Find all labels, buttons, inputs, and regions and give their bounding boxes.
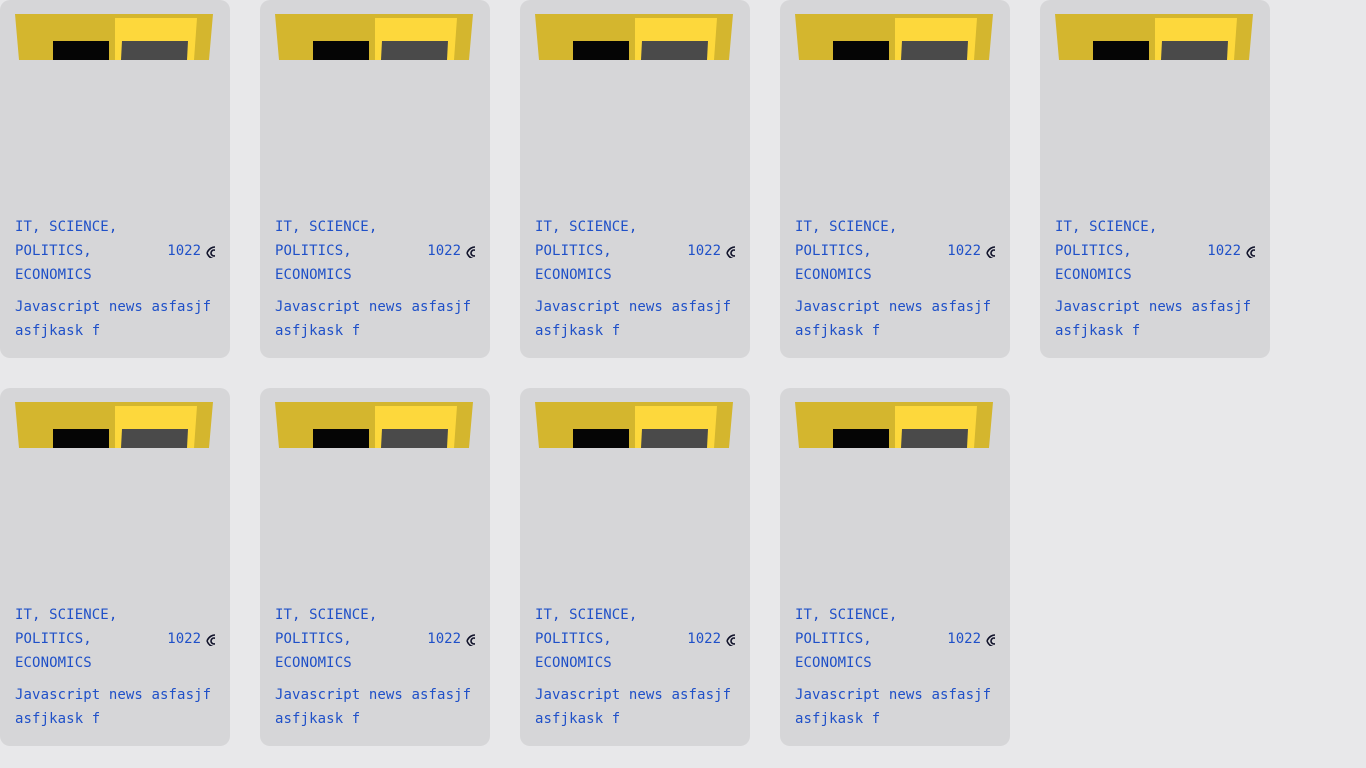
card-views-count: 1022 [687, 243, 721, 259]
eye-icon [466, 244, 475, 258]
card-categories: IT, SCIENCE, POLITICS, ECONOMICS [795, 219, 898, 283]
card-categories: IT, SCIENCE, POLITICS, ECONOMICS [275, 219, 378, 283]
news-thumbnail [15, 14, 213, 60]
card-meta: IT, SCIENCE, POLITICS, ECONOMICS 1022 [15, 603, 215, 675]
card-meta: IT, SCIENCE, POLITICS, ECONOMICS 1022 [275, 603, 475, 675]
eye-icon [1246, 244, 1255, 258]
card-meta: IT, SCIENCE, POLITICS, ECONOMICS 1022 [1055, 215, 1255, 287]
card-meta: IT, SCIENCE, POLITICS, ECONOMICS 1022 [275, 215, 475, 287]
eye-icon [986, 632, 995, 646]
card-meta: IT, SCIENCE, POLITICS, ECONOMICS 1022 [535, 215, 735, 287]
card-views: 1022 [427, 239, 475, 263]
card-categories: IT, SCIENCE, POLITICS, ECONOMICS [15, 219, 118, 283]
card-meta: IT, SCIENCE, POLITICS, ECONOMICS 1022 [795, 215, 995, 287]
eye-icon [726, 632, 735, 646]
news-thumbnail [795, 402, 993, 448]
card-views-count: 1022 [687, 631, 721, 647]
news-card[interactable]: IT, SCIENCE, POLITICS, ECONOMICS 1022 Ja… [520, 0, 750, 358]
news-card[interactable]: IT, SCIENCE, POLITICS, ECONOMICS 1022 Ja… [0, 388, 230, 746]
news-grid: IT, SCIENCE, POLITICS, ECONOMICS 1022 Ja… [0, 0, 1366, 768]
card-categories: IT, SCIENCE, POLITICS, ECONOMICS [535, 219, 638, 283]
card-views: 1022 [167, 627, 215, 651]
eye-icon [206, 244, 215, 258]
card-views: 1022 [687, 239, 735, 263]
news-thumbnail [795, 14, 993, 60]
card-views: 1022 [687, 627, 735, 651]
news-thumbnail [1055, 14, 1253, 60]
card-views-count: 1022 [1207, 243, 1241, 259]
eye-icon [466, 632, 475, 646]
eye-icon [206, 632, 215, 646]
card-views: 1022 [947, 239, 995, 263]
news-card[interactable]: IT, SCIENCE, POLITICS, ECONOMICS 1022 Ja… [780, 0, 1010, 358]
card-title[interactable]: Javascript news asfasjf asfjkask f [795, 295, 995, 343]
news-card[interactable]: IT, SCIENCE, POLITICS, ECONOMICS 1022 Ja… [260, 388, 490, 746]
news-thumbnail [275, 402, 473, 448]
card-views-count: 1022 [947, 243, 981, 259]
card-title[interactable]: Javascript news asfasjf asfjkask f [15, 295, 215, 343]
card-views: 1022 [427, 627, 475, 651]
card-meta: IT, SCIENCE, POLITICS, ECONOMICS 1022 [795, 603, 995, 675]
card-views-count: 1022 [947, 631, 981, 647]
card-categories: IT, SCIENCE, POLITICS, ECONOMICS [1055, 219, 1158, 283]
card-title[interactable]: Javascript news asfasjf asfjkask f [275, 683, 475, 731]
news-thumbnail [275, 14, 473, 60]
news-thumbnail [535, 402, 733, 448]
card-title[interactable]: Javascript news asfasjf asfjkask f [275, 295, 475, 343]
card-title[interactable]: Javascript news asfasjf asfjkask f [535, 683, 735, 731]
card-title[interactable]: Javascript news asfasjf asfjkask f [795, 683, 995, 731]
news-card[interactable]: IT, SCIENCE, POLITICS, ECONOMICS 1022 Ja… [1040, 0, 1270, 358]
news-card[interactable]: IT, SCIENCE, POLITICS, ECONOMICS 1022 Ja… [0, 0, 230, 358]
card-categories: IT, SCIENCE, POLITICS, ECONOMICS [795, 607, 898, 671]
eye-icon [986, 244, 995, 258]
news-card[interactable]: IT, SCIENCE, POLITICS, ECONOMICS 1022 Ja… [520, 388, 750, 746]
card-views-count: 1022 [167, 631, 201, 647]
news-thumbnail [15, 402, 213, 448]
card-meta: IT, SCIENCE, POLITICS, ECONOMICS 1022 [535, 603, 735, 675]
card-title[interactable]: Javascript news asfasjf asfjkask f [15, 683, 215, 731]
eye-icon [726, 244, 735, 258]
card-categories: IT, SCIENCE, POLITICS, ECONOMICS [535, 607, 638, 671]
card-categories: IT, SCIENCE, POLITICS, ECONOMICS [275, 607, 378, 671]
card-title[interactable]: Javascript news asfasjf asfjkask f [535, 295, 735, 343]
card-views: 1022 [947, 627, 995, 651]
card-views: 1022 [1207, 239, 1255, 263]
card-views-count: 1022 [427, 243, 461, 259]
card-views: 1022 [167, 239, 215, 263]
news-card[interactable]: IT, SCIENCE, POLITICS, ECONOMICS 1022 Ja… [260, 0, 490, 358]
news-card[interactable]: IT, SCIENCE, POLITICS, ECONOMICS 1022 Ja… [780, 388, 1010, 746]
news-thumbnail [535, 14, 733, 60]
card-meta: IT, SCIENCE, POLITICS, ECONOMICS 1022 [15, 215, 215, 287]
card-categories: IT, SCIENCE, POLITICS, ECONOMICS [15, 607, 118, 671]
card-title[interactable]: Javascript news asfasjf asfjkask f [1055, 295, 1255, 343]
card-views-count: 1022 [167, 243, 201, 259]
card-views-count: 1022 [427, 631, 461, 647]
